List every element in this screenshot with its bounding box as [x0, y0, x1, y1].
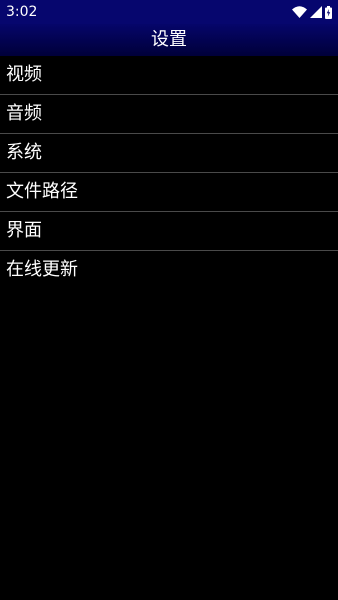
- menu-item-interface[interactable]: 界面: [0, 212, 338, 251]
- menu-item-online-update[interactable]: 在线更新: [0, 251, 338, 289]
- status-time: 3:02: [6, 4, 38, 20]
- settings-menu: 视频 音频 系统 文件路径 界面 在线更新: [0, 56, 338, 289]
- title-bar: 设置: [0, 24, 338, 56]
- status-icons: [289, 4, 332, 20]
- menu-item-label: 在线更新: [6, 259, 78, 280]
- menu-item-system[interactable]: 系统: [0, 134, 338, 173]
- menu-item-file-paths[interactable]: 文件路径: [0, 173, 338, 212]
- menu-item-label: 系统: [6, 142, 42, 163]
- cellular-signal-icon: [310, 6, 322, 18]
- status-bar: 3:02: [0, 0, 338, 24]
- wifi-icon: [292, 6, 307, 18]
- menu-item-audio[interactable]: 音频: [0, 95, 338, 134]
- menu-item-video[interactable]: 视频: [0, 56, 338, 95]
- menu-item-label: 界面: [6, 220, 42, 241]
- battery-charging-icon: [325, 5, 332, 19]
- menu-item-label: 视频: [6, 64, 42, 85]
- menu-item-label: 音频: [6, 103, 42, 124]
- page-title: 设置: [151, 29, 187, 50]
- menu-item-label: 文件路径: [6, 181, 78, 202]
- settings-screen: 3:02 设置 视频 音频 系统 文件路径 界面 在线更新: [0, 0, 338, 600]
